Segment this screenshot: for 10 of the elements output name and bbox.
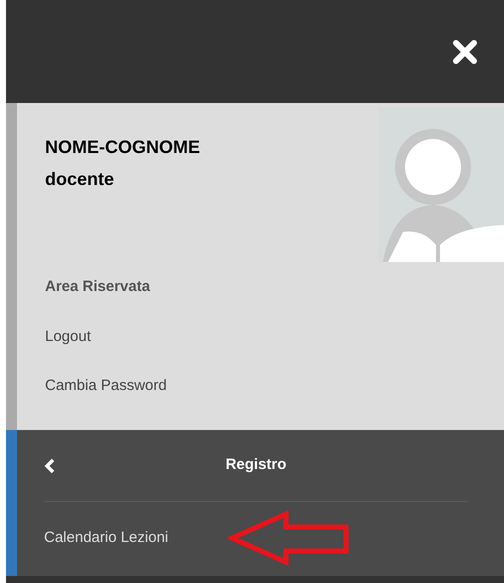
close-button[interactable] bbox=[452, 38, 478, 64]
menu-item[interactable]: Calendario Lezioni bbox=[44, 526, 168, 550]
menu-title: Registro bbox=[224, 455, 288, 476]
close-icon bbox=[453, 40, 477, 64]
user-name: NOME-COGNOME bbox=[45, 136, 201, 159]
account-link[interactable]: Logout bbox=[45, 326, 91, 348]
chevron-left-icon bbox=[44, 458, 56, 474]
section-heading: Area Riservata bbox=[45, 277, 152, 297]
user-role: docente bbox=[45, 168, 116, 191]
account-link[interactable]: Cambia Password bbox=[45, 375, 167, 398]
